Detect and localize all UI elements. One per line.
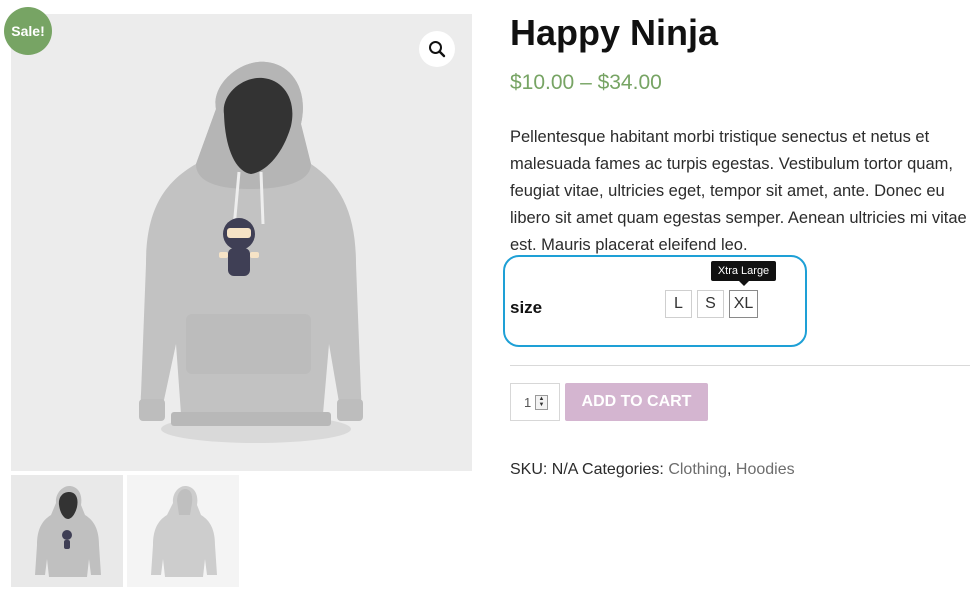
add-to-cart-button[interactable]: ADD TO CART xyxy=(565,383,708,421)
size-label: size xyxy=(510,298,543,317)
category-link-clothing[interactable]: Clothing xyxy=(668,461,727,478)
zoom-button[interactable] xyxy=(419,31,455,67)
hoodie-front-image xyxy=(139,61,363,443)
size-option-l[interactable]: L xyxy=(665,290,692,318)
magnifier-icon xyxy=(429,41,446,58)
tooltip-arrow xyxy=(739,281,749,286)
sku: SKU: N/A xyxy=(510,461,578,478)
category-separator: , xyxy=(727,461,732,478)
size-option-s[interactable]: S xyxy=(697,290,724,318)
product-description: Pellentesque habitant morbi tristique se… xyxy=(510,128,967,254)
categories-label: Categories: xyxy=(582,461,664,478)
quantity-input[interactable]: 1 ▲ ▼ xyxy=(510,383,560,421)
divider xyxy=(510,365,970,366)
product-gallery: Sale! xyxy=(0,0,480,595)
product-meta: SKU: N/A Categories: Clothing, Hoodies xyxy=(510,461,795,479)
price-range: $10.00 – $34.00 xyxy=(510,71,662,94)
main-product-image[interactable] xyxy=(11,14,472,471)
size-option-xl[interactable]: XL xyxy=(729,290,758,318)
category-link-hoodies[interactable]: Hoodies xyxy=(736,461,795,478)
thumbnail-back[interactable] xyxy=(127,475,239,587)
sale-badge: Sale! xyxy=(4,7,52,55)
quantity-stepper[interactable]: ▲ ▼ xyxy=(535,395,548,410)
hoodie-back-thumbnail xyxy=(151,486,217,577)
thumbnail-front[interactable] xyxy=(11,475,123,587)
hoodie-front-thumbnail xyxy=(35,486,101,577)
swatch-tooltip: Xtra Large xyxy=(711,261,776,281)
quantity-value: 1 xyxy=(524,395,532,410)
product-title: Happy Ninja xyxy=(510,12,719,53)
